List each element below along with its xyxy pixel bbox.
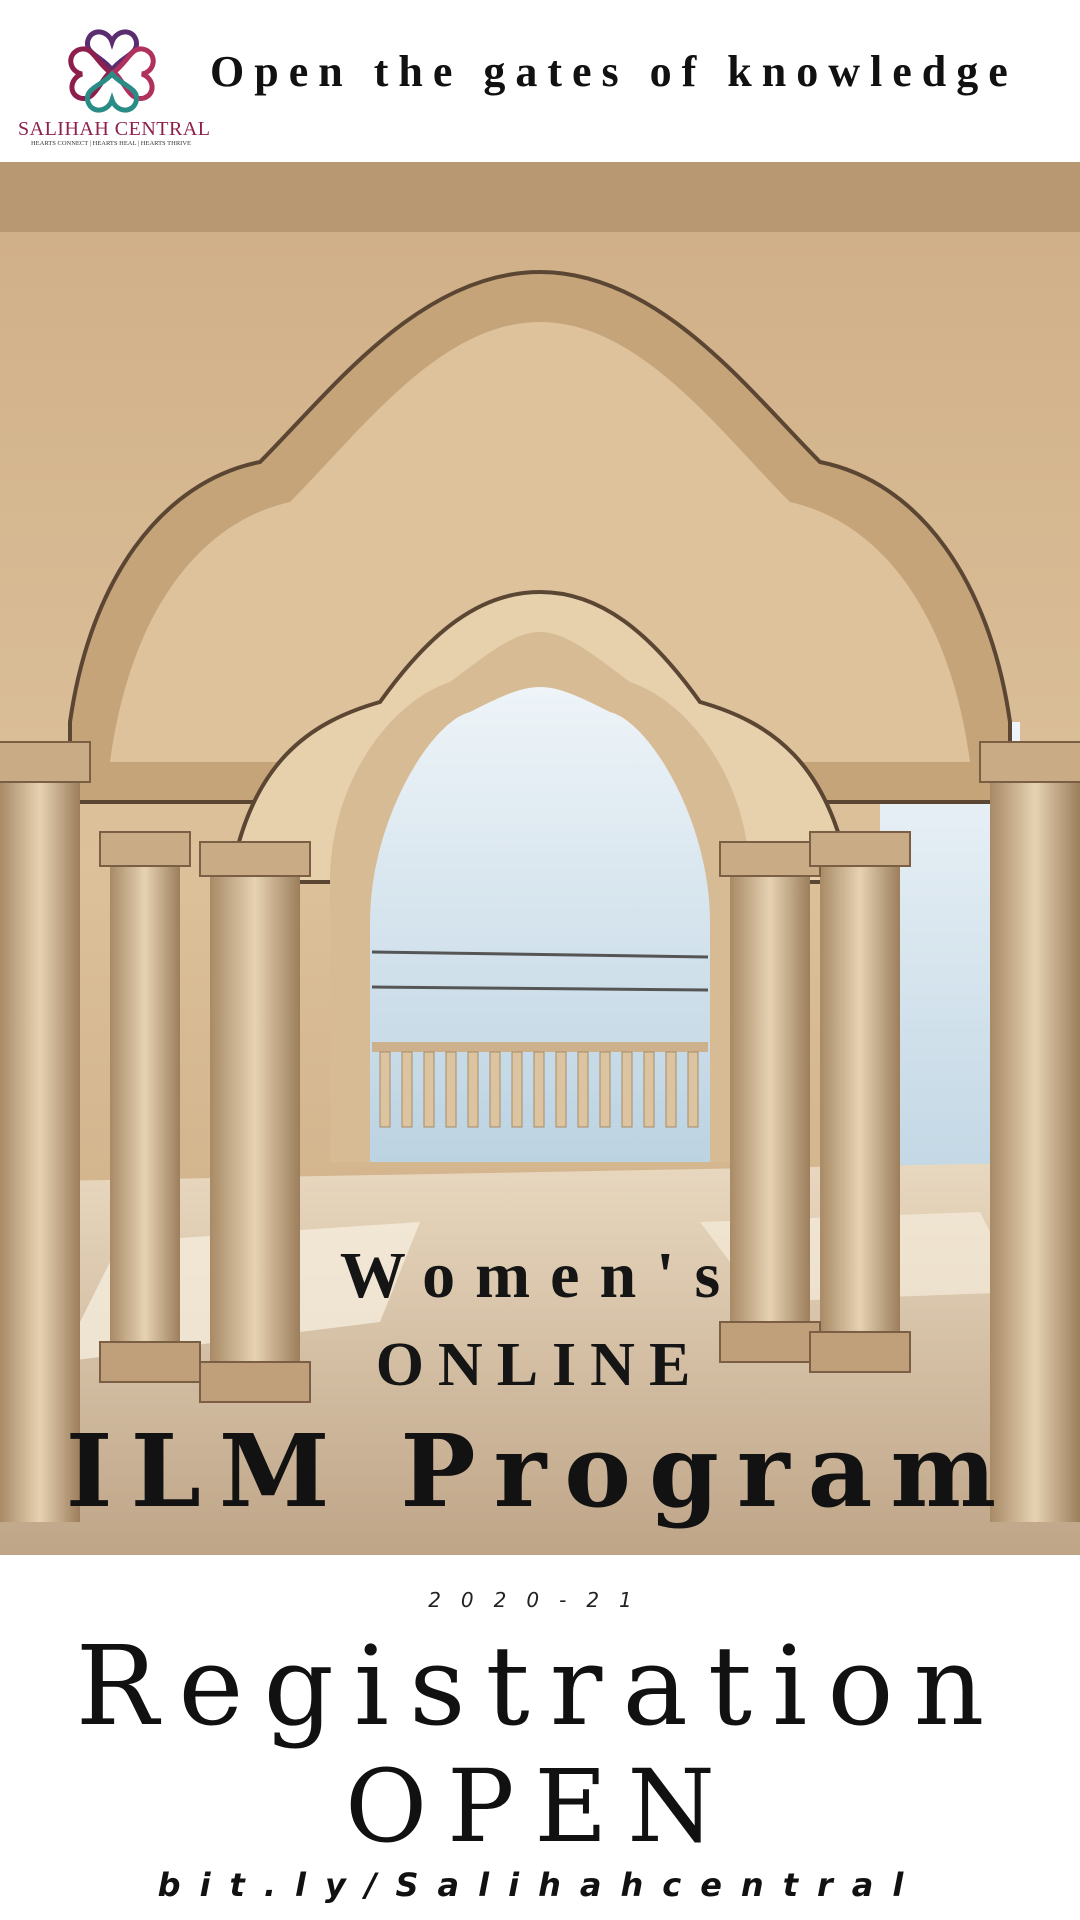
- registration-status: OPEN: [345, 1748, 735, 1865]
- program-title-online: ONLINE: [375, 1331, 705, 1399]
- logo-wordmark: SALIHAH CENTRAL: [18, 118, 211, 140]
- salihah-central-logo: SALIHAH CENTRAL HEARTS CONNECT | HEARTS …: [18, 26, 211, 154]
- program-year: 2020-21: [428, 1588, 652, 1612]
- logo-tagline: HEARTS CONNECT | HEARTS HEAL | HEARTS TH…: [30, 140, 192, 147]
- registration-link[interactable]: bit.ly/Salihahcentral: [0, 1866, 1080, 1904]
- registration-heading: Registration: [75, 1622, 1005, 1750]
- header-tagline: Open the gates of knowledge: [210, 47, 1018, 96]
- hearts-logo-icon: [68, 29, 156, 113]
- program-title-main: ILM Program: [65, 1412, 1015, 1530]
- program-title-womens: Women's: [339, 1239, 741, 1312]
